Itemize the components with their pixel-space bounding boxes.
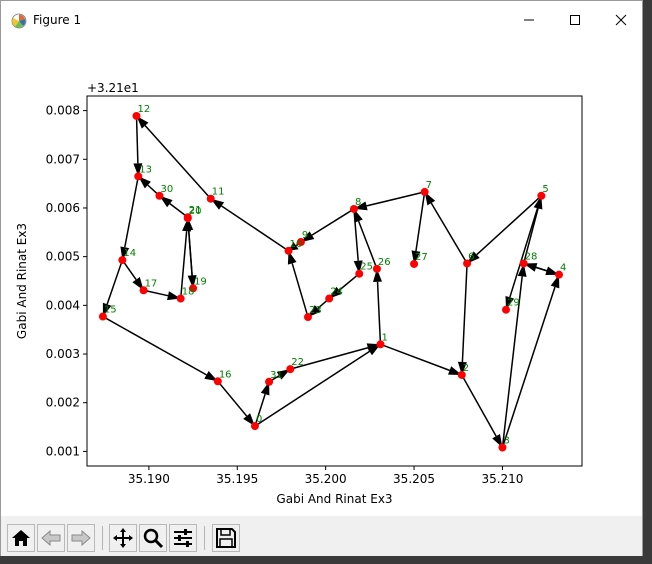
- point-label: 28: [525, 251, 538, 262]
- navigation-toolbar: [1, 516, 642, 556]
- y-tick-label: 0.005: [46, 250, 80, 264]
- point-label: 15: [104, 305, 117, 316]
- point-label: 27: [415, 252, 428, 263]
- x-axis-label: Gabi And Rinat Ex3: [276, 492, 392, 506]
- maximize-icon: [570, 15, 580, 25]
- close-button[interactable]: [598, 1, 644, 39]
- y-tick-label: 0.004: [46, 298, 80, 312]
- close-icon: [615, 14, 627, 26]
- minimize-icon: [524, 19, 534, 21]
- x-tick-label: 35.195: [216, 472, 258, 486]
- x-tick-label: 35.190: [128, 472, 170, 486]
- y-tick-label: 0.006: [46, 201, 80, 215]
- toolbar-separator: [204, 526, 205, 550]
- matplotlib-app-icon: [11, 13, 27, 29]
- point-label: 30: [160, 184, 173, 195]
- zoom-button[interactable]: [139, 524, 167, 552]
- point-label: 0: [256, 414, 262, 425]
- point-label: 13: [139, 164, 152, 175]
- point-label: 24: [330, 287, 343, 298]
- point-label: 11: [212, 187, 225, 198]
- point-label: 16: [219, 369, 232, 380]
- offset-label: +3.21e1: [87, 81, 139, 95]
- point-label: 21: [189, 205, 202, 216]
- maximize-button[interactable]: [552, 1, 598, 39]
- back-arrow-icon: [41, 529, 61, 547]
- back-button[interactable]: [37, 524, 65, 552]
- point-label: 6: [468, 251, 474, 262]
- point-label: 22: [291, 357, 304, 368]
- x-tick-label: 35.210: [481, 472, 523, 486]
- title-bar: Figure 1: [1, 1, 642, 39]
- point-label: 12: [138, 104, 151, 115]
- y-tick-label: 0.007: [46, 152, 80, 166]
- toolbar-separator: [102, 526, 103, 550]
- point-label: 17: [145, 278, 158, 289]
- configure-button[interactable]: [169, 524, 197, 552]
- point-label: 29: [507, 298, 520, 309]
- sliders-icon: [174, 529, 192, 547]
- y-tick-label: 0.008: [46, 104, 80, 118]
- y-axis-label: Gabi And Rinat Ex3: [15, 223, 29, 339]
- point-label: 9: [302, 230, 308, 241]
- point-label: 18: [182, 287, 195, 298]
- axes-frame: [86, 95, 583, 467]
- floppy-disk-icon: [216, 528, 236, 548]
- y-tick-label: 0.003: [46, 347, 80, 361]
- save-button[interactable]: [212, 524, 240, 552]
- point-label: 2: [463, 363, 469, 374]
- pan-move-icon: [113, 528, 133, 548]
- minimize-button[interactable]: [506, 1, 552, 39]
- point-label: 23: [309, 305, 322, 316]
- window-title: Figure 1: [33, 13, 82, 27]
- point-label: 31: [270, 370, 283, 381]
- point-label: 25: [360, 262, 373, 273]
- point-label: 14: [123, 248, 136, 259]
- figure-window: Figure 1 +3.21e1 35.190 35.195 35.200 35.20…: [0, 0, 643, 556]
- y-tick-label: 0.001: [46, 444, 80, 458]
- forward-arrow-icon: [71, 529, 91, 547]
- figure-canvas[interactable]: +3.21e1 35.190 35.195 35.200 35.205 35.210 0.…: [1, 39, 642, 516]
- forward-button[interactable]: [67, 524, 95, 552]
- x-tick-label: 35.200: [305, 472, 347, 486]
- home-button[interactable]: [7, 524, 35, 552]
- zoom-magnifier-icon: [143, 528, 164, 549]
- point-label: 26: [378, 257, 391, 268]
- point-label: 3: [503, 436, 509, 447]
- point-label: 7: [426, 180, 432, 191]
- point-label: 4: [560, 263, 566, 274]
- point-label: 19: [194, 276, 207, 287]
- y-tick-label: 0.002: [46, 396, 80, 410]
- point-label: 5: [542, 184, 548, 195]
- point-label: 1: [381, 332, 387, 343]
- point-label: 8: [355, 197, 361, 208]
- point-label: 10: [290, 239, 303, 250]
- x-tick-label: 35.205: [393, 472, 435, 486]
- home-icon: [12, 530, 30, 546]
- plot-svg: +3.21e1 35.190 35.195 35.200 35.205 35.210 0.…: [15, 81, 583, 506]
- pan-button[interactable]: [109, 524, 137, 552]
